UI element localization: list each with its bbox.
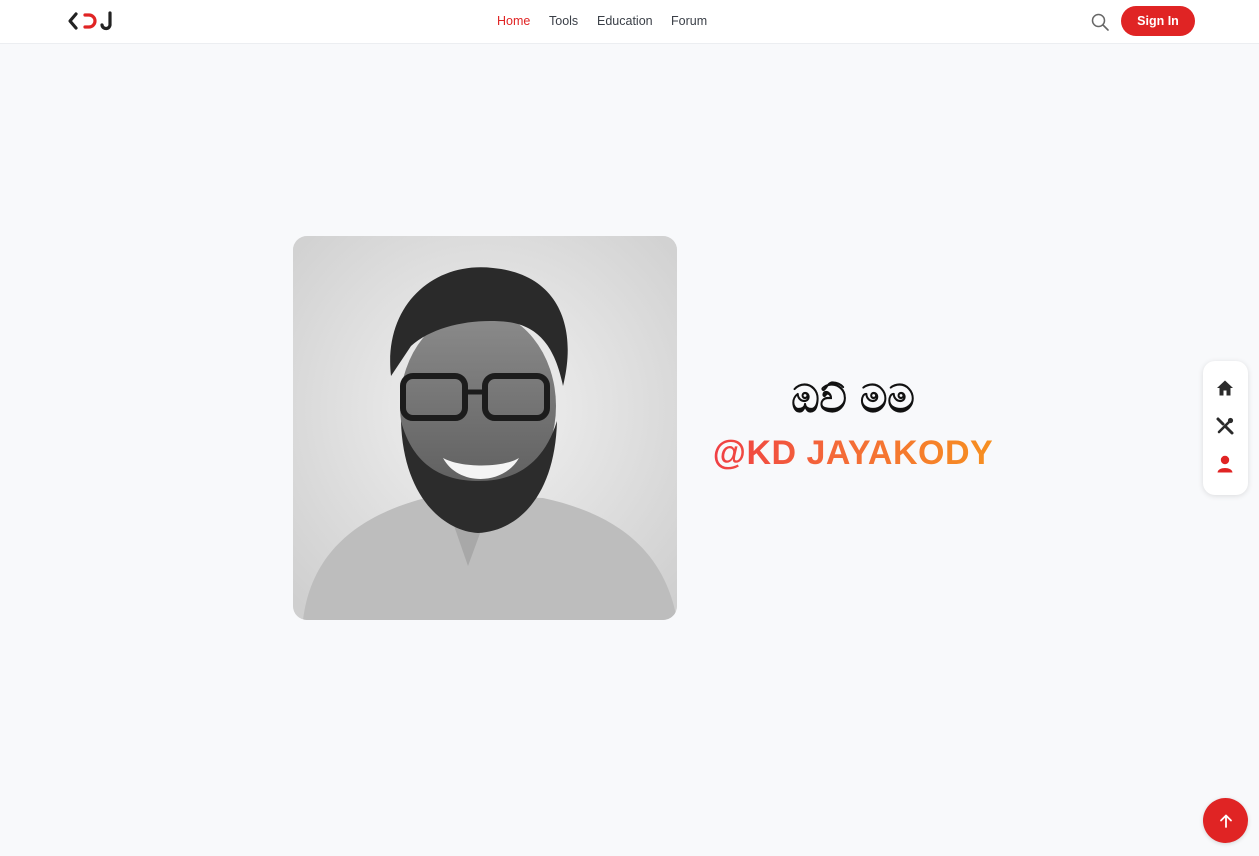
- dock-home-button[interactable]: [1214, 377, 1236, 399]
- profile-photo: [293, 236, 677, 620]
- site-logo[interactable]: [67, 11, 115, 31]
- search-icon: [1091, 13, 1109, 31]
- side-dock: [1203, 361, 1248, 495]
- nav-forum[interactable]: Forum: [671, 14, 707, 28]
- top-navbar: Home Tools Education Forum Sign In: [0, 0, 1259, 44]
- hero-greeting: ඔව් මම: [791, 377, 915, 421]
- user-icon: [1217, 455, 1233, 473]
- arrow-up-icon: [1219, 814, 1232, 828]
- dock-profile-button[interactable]: [1214, 453, 1236, 475]
- sign-in-button[interactable]: Sign In: [1121, 6, 1195, 36]
- nav-tools[interactable]: Tools: [549, 14, 578, 28]
- search-button[interactable]: [1089, 11, 1111, 33]
- dock-tools-button[interactable]: [1214, 415, 1236, 437]
- hero-handle: @KD JAYAKODY: [700, 430, 1006, 476]
- kdj-logo-icon: [68, 11, 112, 31]
- profile-photo-image: [293, 236, 677, 620]
- scroll-to-top-button[interactable]: [1203, 798, 1248, 843]
- home-icon: [1217, 380, 1233, 396]
- nav-home[interactable]: Home: [497, 14, 530, 28]
- nav-education[interactable]: Education: [597, 14, 653, 28]
- tools-icon: [1216, 417, 1234, 435]
